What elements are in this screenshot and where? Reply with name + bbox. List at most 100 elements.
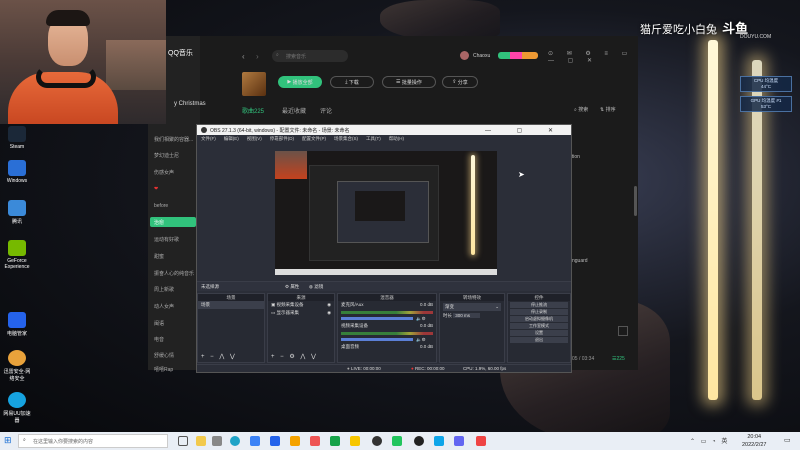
eye-icon[interactable]: ◉ <box>327 310 331 316</box>
share-button[interactable]: ⇪ 分享 <box>442 76 478 88</box>
rec-dot-icon: ● <box>411 366 414 371</box>
start-button[interactable]: ⊞ <box>4 436 14 446</box>
sidebar-item[interactable]: 舒缓心情 <box>154 352 174 359</box>
sidebar-item[interactable]: 伤感女声 <box>154 169 174 176</box>
songlist-sort[interactable]: ⇅ 排序 <box>600 106 616 113</box>
sidebar-item[interactable]: 嘻嘻Rap <box>154 366 173 373</box>
volume-slider[interactable] <box>341 338 413 341</box>
taskbar-search-input[interactable]: ⌕ 在这里输入你要搜索的内容 <box>18 434 168 448</box>
scenes-dock: 场景 场景 + − ⋀ ⋁ <box>197 293 265 363</box>
volume-slider[interactable] <box>341 317 413 320</box>
sidebar-item-active[interactable]: 治愈 <box>150 217 196 227</box>
menu-tools[interactable]: 工具(T) <box>366 136 381 142</box>
edge-icon[interactable] <box>230 436 240 446</box>
filters-button[interactable]: ◍ 滤镜 <box>309 284 323 290</box>
window-controls[interactable]: ⊙ ✉ ⚙ ≡ ▭ — ▢ ✕ <box>548 50 638 64</box>
scene-toolbar[interactable]: + − ⋀ ⋁ <box>201 353 237 360</box>
sidebar-item[interactable]: 甜蜜 <box>154 253 164 260</box>
transition-select[interactable]: 渐变 ⌄ <box>443 303 501 311</box>
stop-stream-button[interactable]: 停止推流 <box>510 302 568 308</box>
task-view-icon[interactable] <box>178 436 188 446</box>
source-toolbar[interactable]: + − ⚙ ⋀ ⋁ <box>271 353 318 360</box>
xunlei-icon <box>8 350 26 366</box>
app-icon[interactable] <box>392 436 402 446</box>
stop-record-button[interactable]: 停止录制 <box>510 309 568 315</box>
duration-input[interactable]: 300 ms <box>453 313 481 318</box>
volume-meter <box>341 311 433 314</box>
window-controls[interactable]: — ▢ ✕ <box>485 127 565 134</box>
qq-icon[interactable] <box>372 436 382 446</box>
desktop-icon-geforce[interactable]: GeForce Experience <box>2 240 32 270</box>
app-icon[interactable] <box>290 436 300 446</box>
app-icon[interactable] <box>250 436 260 446</box>
menu-docks[interactable]: 停靠部件(D) <box>270 136 294 142</box>
obs-statusbar: ● LIVE: 00:00:00 ● REC: 00:00:00 CPU: 1.… <box>197 364 571 372</box>
tab-songs[interactable]: 歌曲225 <box>242 106 264 115</box>
menu-edit[interactable]: 编辑(E) <box>224 136 239 142</box>
desktop-icon-steam[interactable]: Steam <box>2 126 32 150</box>
forward-icon[interactable]: › <box>256 52 259 61</box>
streamer-name: 猫斤爱吃小白兔 <box>640 24 717 36</box>
virtual-cam-button[interactable]: 启动虚拟摄像机 <box>510 316 568 322</box>
menu-file[interactable]: 文件(F) <box>201 136 216 142</box>
lyrics-button[interactable] <box>618 326 628 336</box>
speaker-icon[interactable]: 🔈⚙ <box>416 337 426 342</box>
app-icon[interactable] <box>454 436 464 446</box>
back-icon[interactable]: ‹ <box>242 52 245 61</box>
username[interactable]: Chaoxu <box>473 53 490 59</box>
studio-mode-button[interactable]: 工作室模式 <box>510 323 568 329</box>
desktop-icon-xunlei[interactable]: 迅雷安全·网络安全 <box>2 350 32 382</box>
obs-titlebar: OBS 27.1.3 (64-bit, windows) - 配置文件: 未命名… <box>197 125 571 135</box>
app-icon[interactable] <box>330 436 340 446</box>
obs-icon[interactable] <box>414 436 424 446</box>
source-item[interactable]: ▣ 视频采集设备 ◉ <box>268 301 334 309</box>
sidebar-item[interactable]: before <box>154 203 168 209</box>
menu-help[interactable]: 帮助(H) <box>389 136 404 142</box>
notification-icon[interactable]: ▭ <box>784 436 791 444</box>
app-icon[interactable] <box>350 436 360 446</box>
songlist-search[interactable]: ⌕ 搜索 <box>574 106 588 113</box>
exit-button[interactable]: 退出 <box>510 337 568 343</box>
sidebar-item[interactable]: 运动有好歌 <box>154 236 179 243</box>
download-button[interactable]: ⤓ 下载 <box>330 76 374 88</box>
menu-scene-collection[interactable]: 场景集合(S) <box>334 136 358 142</box>
settings-button[interactable]: 设置 <box>510 330 568 336</box>
sidebar-item[interactable]: ❤ <box>154 186 158 192</box>
playlist-count[interactable]: ☰225 <box>612 356 625 362</box>
menu-profile[interactable]: 配置文件(P) <box>302 136 326 142</box>
properties-button[interactable]: ⚙ 属性 <box>285 284 299 290</box>
app-icon[interactable] <box>212 436 222 446</box>
sidebar-item[interactable]: 振奋人心的纯音乐 <box>154 270 194 277</box>
source-item[interactable]: ▭ 显示器采集 ◉ <box>268 309 334 317</box>
sidebar-item[interactable]: 我们相聚的容器... <box>154 136 193 143</box>
desktop-icon-windows[interactable]: Windows <box>2 160 32 184</box>
qq-search-input[interactable]: ⌕ 搜索音乐 <box>272 50 348 62</box>
desktop-icon-pcmanager[interactable]: 电脑管家 <box>2 312 32 337</box>
tab-favorites[interactable]: 最近收藏 <box>282 106 306 115</box>
sidebar-item[interactable]: 电音 <box>154 336 164 343</box>
steam-icon <box>8 126 26 142</box>
sidebar-item[interactable]: 闽语 <box>154 320 164 327</box>
app-icon[interactable] <box>434 436 444 446</box>
app-icon[interactable] <box>310 436 320 446</box>
desktop-icon-uu[interactable]: 网易UU加速器 <box>2 392 32 424</box>
explorer-icon[interactable] <box>196 436 206 446</box>
avatar[interactable] <box>460 51 469 60</box>
sidebar-item[interactable]: 梦幻迪士尼 <box>154 152 179 159</box>
system-tray[interactable]: ⌃ ▭ ◔ 英 <box>690 436 729 445</box>
sidebar-item[interactable]: 动人女声 <box>154 303 174 310</box>
app-icon[interactable] <box>270 436 280 446</box>
clock[interactable]: 20:04 2022/2/27 <box>742 433 766 449</box>
obs-preview[interactable] <box>275 151 497 275</box>
eye-icon[interactable]: ◉ <box>327 302 331 308</box>
scrollbar[interactable] <box>634 186 637 216</box>
batch-button[interactable]: ☰ 批量操作 <box>382 76 436 88</box>
play-all-button[interactable]: ▶ 播放全部 <box>278 76 322 88</box>
scene-item[interactable]: 场景 <box>198 301 264 309</box>
sidebar-item[interactable]: 周上新歌 <box>154 286 174 293</box>
speaker-icon[interactable]: 🔈⚙ <box>416 316 426 321</box>
app-icon[interactable] <box>476 436 486 446</box>
menu-view[interactable]: 视图(V) <box>247 136 262 142</box>
desktop-icon-tencent[interactable]: 腾讯 <box>2 200 32 225</box>
tab-comments[interactable]: 评论 <box>320 106 332 115</box>
